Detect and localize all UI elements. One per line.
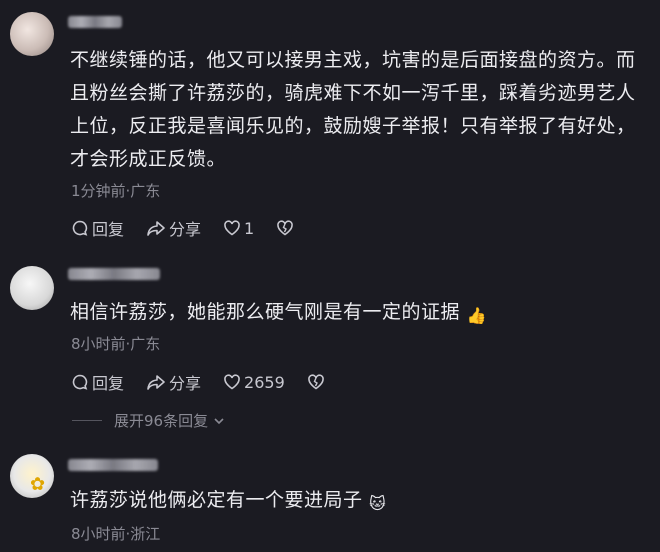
expand-replies-label: 展开96条回复	[114, 412, 209, 430]
flower-icon: ✿	[30, 474, 46, 495]
comment-text: 许荔莎说他俩必定有一个要进局子 🐱	[70, 484, 640, 520]
comment-text-body: 许荔莎说他俩必定有一个要进局子	[70, 489, 363, 511]
like-count: 1	[244, 218, 255, 238]
dislike-button[interactable]	[307, 373, 328, 391]
like-button[interactable]: 2659	[223, 373, 285, 392]
like-button[interactable]: 1	[223, 219, 254, 238]
cat-emoji: 🐱	[369, 494, 387, 513]
reply-button[interactable]: 回复	[71, 370, 124, 394]
expand-divider	[72, 420, 102, 421]
reply-icon	[72, 220, 88, 236]
heart-icon	[224, 220, 240, 236]
heart-icon	[224, 374, 240, 390]
broken-heart-icon	[307, 374, 324, 390]
comment-actions: 回复 分享 2659	[71, 370, 350, 394]
comment-meta: 8小时前·浙江	[71, 525, 161, 543]
avatar[interactable]	[10, 12, 54, 56]
username-blurred[interactable]	[68, 16, 122, 28]
comment-text-body: 相信许荔莎，她能那么硬气刚是有一定的证据	[70, 301, 461, 323]
expand-replies-button[interactable]: 展开96条回复	[72, 410, 226, 431]
username-blurred[interactable]	[68, 268, 160, 280]
share-label: 分享	[169, 374, 202, 393]
comment-text: 不继续锤的话，他又可以接男主戏，坑害的是后面接盘的资方。而且粉丝会撕了许荔莎的，…	[70, 49, 636, 170]
reply-button[interactable]: 回复	[71, 216, 124, 240]
share-icon	[147, 375, 165, 390]
reply-label: 回复	[92, 374, 125, 393]
chevron-down-icon	[214, 417, 224, 424]
share-label: 分享	[169, 220, 202, 239]
comment-text: 相信许荔莎，她能那么硬气刚是有一定的证据 👍	[70, 296, 640, 332]
share-icon	[147, 221, 165, 236]
reply-label: 回复	[92, 220, 125, 239]
reply-icon	[72, 374, 88, 390]
broken-heart-icon	[277, 220, 294, 236]
thumbs-up-emoji: 👍	[466, 306, 487, 325]
comment-actions: 回复 分享 1	[71, 216, 319, 240]
like-count: 2659	[244, 372, 285, 392]
comment-meta: 1分钟前·广东	[71, 182, 161, 200]
username-blurred[interactable]	[68, 459, 158, 471]
share-button[interactable]: 分享	[146, 370, 201, 394]
comment-meta: 8小时前·广东	[71, 335, 161, 353]
dislike-button[interactable]	[276, 219, 297, 237]
share-button[interactable]: 分享	[146, 216, 201, 240]
avatar[interactable]: ✿	[10, 454, 54, 498]
avatar[interactable]	[10, 266, 54, 310]
